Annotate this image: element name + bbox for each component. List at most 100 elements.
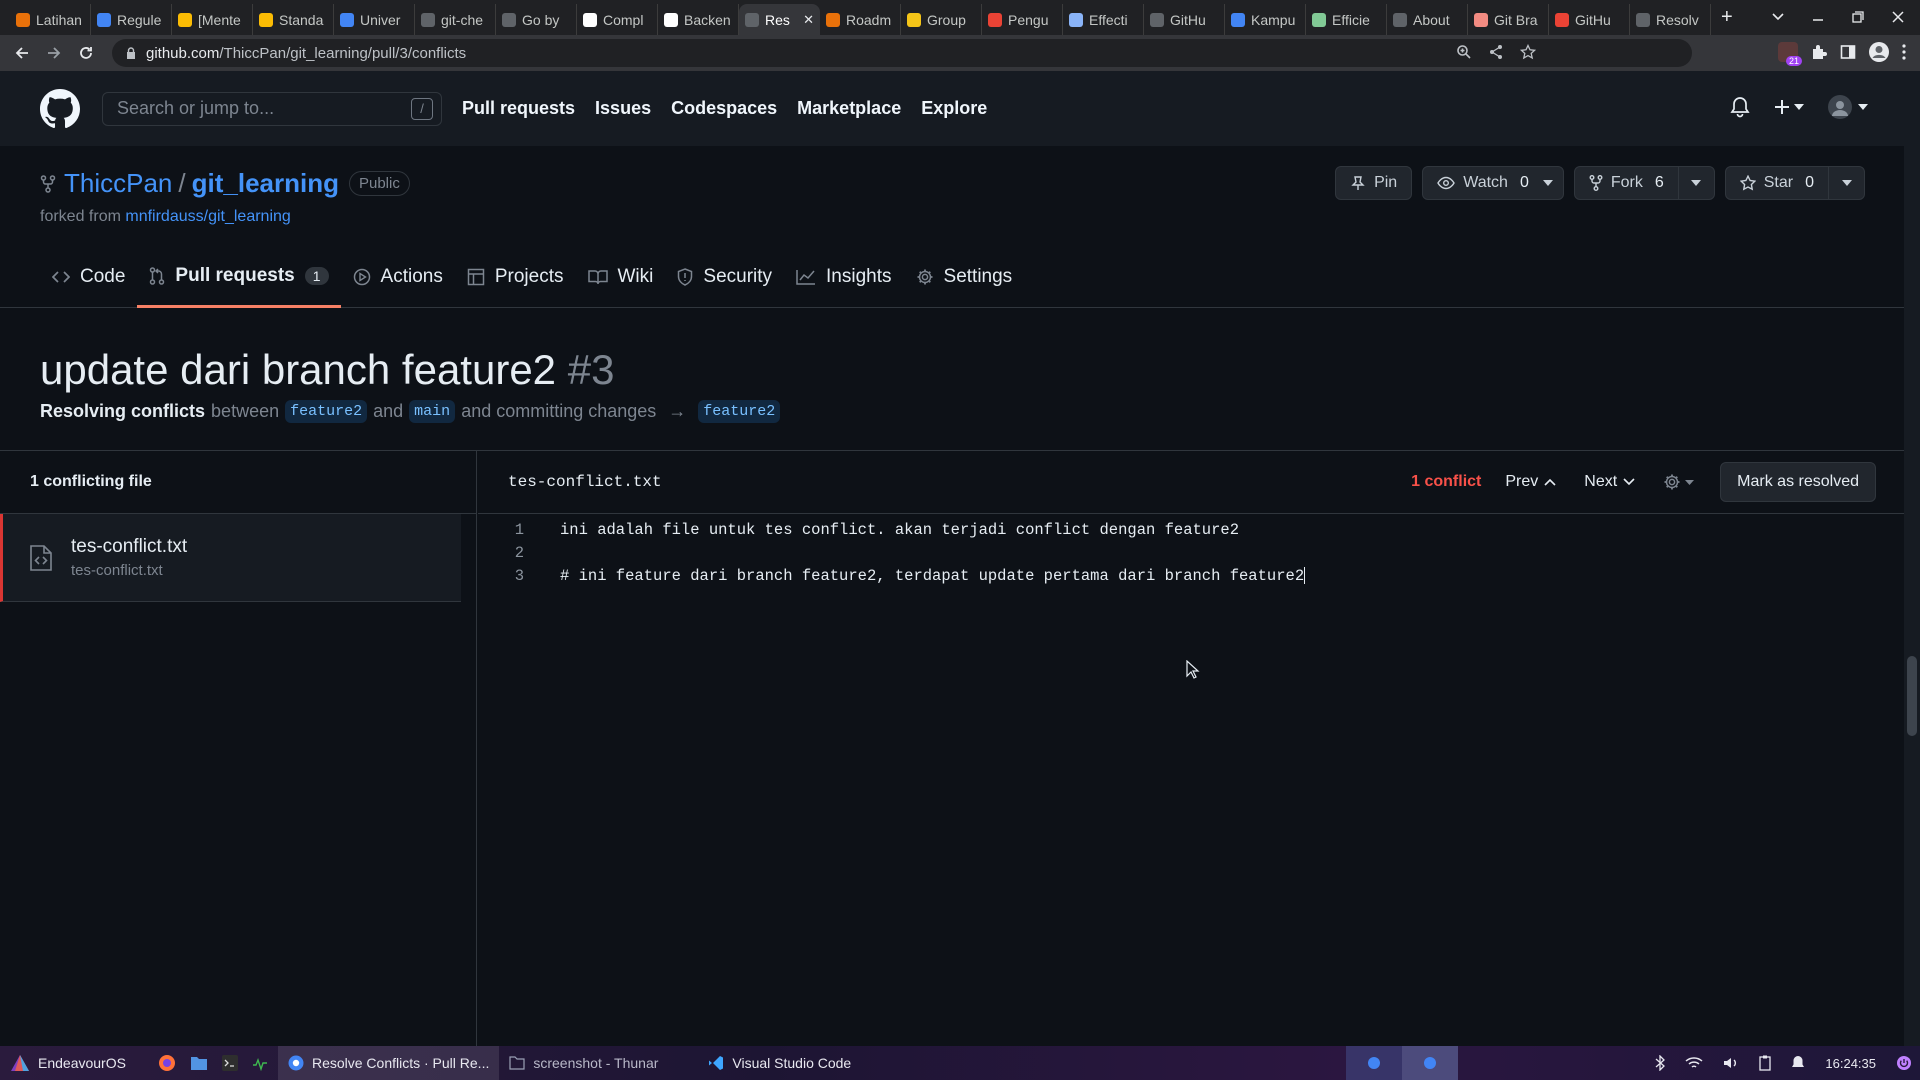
zoom-icon[interactable] xyxy=(1456,44,1472,60)
tab-settings[interactable]: Settings xyxy=(904,246,1025,308)
browser-tab[interactable]: Latihan xyxy=(10,4,91,35)
browser-tab[interactable]: Res ✕ xyxy=(739,4,820,35)
fork-button[interactable]: Fork 6 xyxy=(1573,166,1715,200)
restore-icon[interactable] xyxy=(1852,10,1864,23)
profile-avatar-icon[interactable] xyxy=(1868,41,1890,63)
omnibox-actions xyxy=(1456,44,1536,60)
browser-tab[interactable]: Compl xyxy=(577,4,658,35)
bookmark-star-icon[interactable] xyxy=(1520,44,1536,60)
workspace-1[interactable] xyxy=(1346,1046,1402,1080)
browser-tab[interactable]: Resolv xyxy=(1630,4,1711,35)
next-conflict-button[interactable]: Next xyxy=(1584,473,1635,491)
notification-icon[interactable] xyxy=(1791,1055,1805,1071)
close-tab-icon[interactable]: ✕ xyxy=(803,12,814,28)
browser-tab[interactable]: Git Bra xyxy=(1468,4,1549,35)
endeavouros-logo-icon xyxy=(10,1054,30,1072)
eye-icon xyxy=(1437,176,1455,190)
browser-tab[interactable]: Kampu xyxy=(1225,4,1306,35)
taskbar-window-vscode[interactable]: Visual Studio Code xyxy=(698,1046,861,1080)
tab-pull-requests[interactable]: Pull requests 1 xyxy=(137,246,341,308)
forked-from-link[interactable]: mnfirdauss/git_learning xyxy=(125,208,290,225)
terminal-icon[interactable] xyxy=(221,1055,238,1071)
mark-as-resolved-button[interactable]: Mark as resolved xyxy=(1720,462,1876,502)
nav-codespaces[interactable]: Codespaces xyxy=(671,98,777,119)
browser-tab[interactable]: Standa xyxy=(253,4,334,35)
volume-icon[interactable] xyxy=(1723,1056,1739,1070)
nav-marketplace[interactable]: Marketplace xyxy=(797,98,901,119)
minimize-icon[interactable] xyxy=(1812,11,1824,23)
start-menu-button[interactable]: EndeavourOS xyxy=(0,1046,136,1080)
browser-tab[interactable]: Regule xyxy=(91,4,172,35)
firefox-icon[interactable] xyxy=(158,1054,176,1072)
bluetooth-icon[interactable] xyxy=(1655,1055,1666,1071)
tab-insights[interactable]: Insights xyxy=(784,246,903,308)
power-icon[interactable] xyxy=(1896,1055,1912,1071)
clipboard-icon[interactable] xyxy=(1759,1055,1772,1071)
notifications-bell-icon[interactable] xyxy=(1730,96,1750,118)
share-icon[interactable] xyxy=(1488,44,1504,60)
reload-icon[interactable] xyxy=(70,45,102,61)
star-dropdown[interactable] xyxy=(1828,167,1864,199)
conflict-file-item[interactable]: tes-conflict.txt tes-conflict.txt xyxy=(0,514,461,602)
browser-tab[interactable]: Efficie xyxy=(1306,4,1387,35)
user-avatar[interactable] xyxy=(1828,95,1868,119)
taskbar-window-label: screenshot - Thunar xyxy=(533,1055,659,1071)
browser-tab-label: About xyxy=(1413,11,1450,28)
wifi-icon[interactable] xyxy=(1685,1056,1703,1070)
browser-tab[interactable]: Go by xyxy=(496,4,577,35)
puzzle-extensions-icon[interactable] xyxy=(1810,43,1828,61)
fork-dropdown[interactable] xyxy=(1677,167,1714,199)
tab-code[interactable]: Code xyxy=(40,246,137,308)
tab-favicon-icon xyxy=(1312,12,1326,27)
address-bar[interactable]: github.com/ThiccPan/git_learning/pull/3/… xyxy=(112,39,1692,67)
repo-owner-link[interactable]: ThiccPan xyxy=(64,168,172,199)
system-monitor-icon[interactable] xyxy=(252,1055,268,1071)
browser-tab[interactable]: Backen xyxy=(658,4,739,35)
github-logo-icon[interactable] xyxy=(40,88,80,129)
nav-issues[interactable]: Issues xyxy=(595,98,651,119)
chevron-down-icon[interactable] xyxy=(1542,180,1563,186)
code-editor[interactable]: 1 ini adalah file untuk tes conflict. ak… xyxy=(478,514,1904,587)
browser-tab[interactable]: About xyxy=(1387,4,1468,35)
conflict-file-name: tes-conflict.txt xyxy=(71,536,188,557)
browser-tab[interactable]: Univer xyxy=(334,4,415,35)
star-button[interactable]: Star 0 xyxy=(1724,166,1865,200)
forward-icon[interactable] xyxy=(38,45,70,61)
browser-tab[interactable]: git-che xyxy=(415,4,496,35)
browser-menu-icon[interactable] xyxy=(1902,44,1906,60)
tab-security[interactable]: Security xyxy=(665,246,784,308)
browser-tab[interactable]: Group xyxy=(901,4,982,35)
workspace-switcher[interactable] xyxy=(1346,1046,1458,1080)
search-input[interactable]: Search or jump to... / xyxy=(102,91,442,126)
browser-tab[interactable]: Effecti xyxy=(1063,4,1144,35)
taskbar-window-thunar[interactable]: screenshot - Thunar xyxy=(499,1046,668,1080)
scrollbar-thumb[interactable] xyxy=(1907,656,1917,736)
tab-actions[interactable]: Actions xyxy=(341,246,455,308)
extension-badge-icon[interactable]: 21 xyxy=(1778,42,1802,66)
nav-pull-requests[interactable]: Pull requests xyxy=(462,98,575,119)
taskbar-window-browser[interactable]: Resolve Conflicts · Pull Re... xyxy=(277,1046,500,1080)
browser-tab[interactable]: [Mente xyxy=(172,4,253,35)
browser-tab[interactable]: GitHu xyxy=(1549,4,1630,35)
repo-name-link[interactable]: git_learning xyxy=(192,168,339,199)
browser-tab[interactable]: GitHu xyxy=(1144,4,1225,35)
back-icon[interactable] xyxy=(6,45,38,61)
tab-projects[interactable]: Projects xyxy=(455,246,576,308)
pin-button[interactable]: Pin xyxy=(1335,166,1413,200)
tab-search-icon[interactable] xyxy=(1772,12,1784,21)
nav-explore[interactable]: Explore xyxy=(921,98,987,119)
side-panel-icon[interactable] xyxy=(1840,44,1856,60)
editor-settings-button[interactable] xyxy=(1663,473,1695,491)
create-new-icon[interactable] xyxy=(1774,99,1804,115)
close-window-icon[interactable] xyxy=(1892,10,1904,23)
browser-tab[interactable]: Pengu xyxy=(982,4,1063,35)
repo-separator: / xyxy=(178,168,186,198)
page-scrollbar[interactable] xyxy=(1904,76,1920,1046)
tab-wiki[interactable]: Wiki xyxy=(576,246,666,308)
files-icon[interactable] xyxy=(190,1055,208,1071)
workspace-2[interactable] xyxy=(1402,1046,1458,1080)
new-tab-button[interactable]: + xyxy=(1711,6,1747,35)
watch-button[interactable]: Watch 0 xyxy=(1422,166,1564,200)
browser-tab[interactable]: Roadm xyxy=(820,4,901,35)
prev-conflict-button[interactable]: Prev xyxy=(1505,473,1556,491)
